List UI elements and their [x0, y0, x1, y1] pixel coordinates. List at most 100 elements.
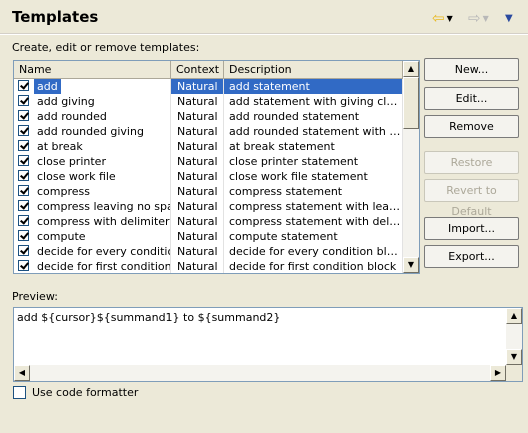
preview-horizontal-scrollbar[interactable]: ◀ ▶: [14, 365, 506, 381]
name-cell: add rounded: [14, 109, 171, 124]
template-name: compress: [37, 185, 90, 198]
template-description: compress statement with leavin...: [224, 199, 403, 214]
row-checkbox[interactable]: [18, 245, 29, 256]
template-name: add: [34, 79, 61, 94]
column-header-description[interactable]: Description: [224, 61, 403, 78]
row-checkbox[interactable]: [18, 200, 29, 211]
table-row[interactable]: close printer Natural close printer statem…: [14, 154, 403, 169]
row-checkbox[interactable]: [18, 95, 29, 106]
table-row[interactable]: add rounded giving Natural add rounded sta…: [14, 124, 403, 139]
use-code-formatter-checkbox[interactable]: [13, 386, 26, 399]
export-button[interactable]: Export...: [424, 245, 519, 268]
table-row[interactable]: add rounded Natural add rounded statement: [14, 109, 403, 124]
templates-table[interactable]: Name Context Description add Natural add s…: [13, 60, 420, 274]
template-context: Natural: [171, 214, 224, 229]
table-row[interactable]: at break Natural at break statement: [14, 139, 403, 154]
row-checkbox[interactable]: [18, 185, 29, 196]
table-row[interactable]: compute Natural compute statement: [14, 229, 403, 244]
table-row[interactable]: compress Natural compress statement: [14, 184, 403, 199]
template-description: close work file statement: [224, 169, 403, 184]
scroll-up-button[interactable]: ▲: [403, 61, 419, 77]
table-row[interactable]: compress with delimiter Natural compress s…: [14, 214, 403, 229]
use-code-formatter-option[interactable]: Use code formatter: [13, 386, 138, 399]
row-checkbox[interactable]: [18, 140, 29, 151]
row-checkbox[interactable]: [18, 215, 29, 226]
name-cell: add rounded giving: [14, 124, 171, 139]
template-description: add rounded statement with giv...: [224, 124, 403, 139]
template-name: add rounded: [37, 110, 107, 123]
back-button[interactable]: ⇦ ▼: [432, 10, 453, 26]
name-cell: add giving: [14, 94, 171, 109]
template-name: compress with delimiter: [37, 215, 170, 228]
page-title: Templates: [12, 8, 99, 26]
name-cell: compress with delimiter: [14, 214, 171, 229]
forward-button[interactable]: ⇨ ▼: [468, 10, 489, 26]
template-name: add rounded giving: [37, 125, 144, 138]
view-menu-button[interactable]: ▼: [505, 10, 513, 26]
row-checkbox[interactable]: [18, 125, 29, 136]
template-name: close printer: [37, 155, 106, 168]
template-name: decide for every condition: [37, 245, 171, 258]
template-context: Natural: [171, 229, 224, 244]
restore-removed-button[interactable]: Restore Removed: [424, 151, 519, 190]
import-button[interactable]: Import...: [424, 217, 519, 240]
template-context: Natural: [171, 199, 224, 214]
revert-to-default-button[interactable]: Revert to Default: [424, 179, 519, 218]
name-cell: close printer: [14, 154, 171, 169]
row-checkbox[interactable]: [18, 80, 29, 91]
template-context: Natural: [171, 109, 224, 124]
row-checkbox[interactable]: [18, 230, 29, 241]
table-body: add Natural add statement add giving Natural…: [14, 79, 403, 273]
back-arrow-icon: ⇦: [432, 9, 445, 27]
table-row[interactable]: add Natural add statement: [14, 79, 403, 94]
scroll-up-button[interactable]: ▲: [506, 308, 522, 324]
row-checkbox[interactable]: [18, 170, 29, 181]
scroll-down-button[interactable]: ▼: [403, 257, 419, 273]
template-context: Natural: [171, 79, 224, 94]
name-cell: compress leaving no space: [14, 199, 171, 214]
column-header-context[interactable]: Context: [171, 61, 224, 78]
preview-textarea[interactable]: add ${cursor}${summand1} to ${summand2} …: [13, 307, 523, 382]
template-description: compute statement: [224, 229, 403, 244]
table-vertical-scrollbar[interactable]: ▲ ▼: [403, 61, 419, 273]
template-context: Natural: [171, 169, 224, 184]
scroll-right-button[interactable]: ▶: [490, 365, 506, 381]
forward-arrow-icon: ⇨: [468, 9, 481, 27]
subtitle: Create, edit or remove templates:: [12, 41, 200, 54]
template-description: compress statement with delimit...: [224, 214, 403, 229]
template-description: add statement: [224, 79, 403, 94]
row-checkbox[interactable]: [18, 155, 29, 166]
scroll-left-button[interactable]: ◀: [14, 365, 30, 381]
template-description: close printer statement: [224, 154, 403, 169]
preview-vertical-scrollbar[interactable]: ▲ ▼: [506, 308, 522, 365]
name-cell: compute: [14, 229, 171, 244]
template-context: Natural: [171, 139, 224, 154]
table-row[interactable]: decide for first condition Natural decide …: [14, 259, 403, 273]
row-checkbox[interactable]: [18, 110, 29, 121]
remove-button[interactable]: Remove: [424, 115, 519, 138]
template-description: compress statement: [224, 184, 403, 199]
view-menu-icon: ▼: [505, 12, 513, 24]
table-row[interactable]: add giving Natural add statement with givi…: [14, 94, 403, 109]
chevron-down-icon[interactable]: ▼: [447, 14, 453, 23]
template-context: Natural: [171, 259, 224, 273]
row-checkbox[interactable]: [18, 260, 29, 271]
edit-button[interactable]: Edit...: [424, 87, 519, 110]
table-row[interactable]: compress leaving no spaceNaturalcompress…: [14, 199, 403, 214]
scroll-thumb[interactable]: [403, 77, 419, 129]
scroll-down-button[interactable]: ▼: [506, 349, 522, 365]
table-header: Name Context Description: [14, 61, 403, 79]
preview-label: Preview:: [12, 290, 58, 303]
template-description: decide for first condition block: [224, 259, 403, 273]
table-row[interactable]: close work file Natural close work file st…: [14, 169, 403, 184]
template-context: Natural: [171, 94, 224, 109]
new-button[interactable]: New...: [424, 58, 519, 81]
column-header-name[interactable]: Name: [14, 61, 171, 78]
template-name: decide for first condition: [37, 260, 171, 273]
name-cell: decide for every condition: [14, 244, 171, 259]
template-context: Natural: [171, 184, 224, 199]
table-row[interactable]: decide for every condition Natural decide …: [14, 244, 403, 259]
name-cell: compress: [14, 184, 171, 199]
chevron-down-icon[interactable]: ▼: [483, 14, 489, 23]
name-cell: at break: [14, 139, 171, 154]
